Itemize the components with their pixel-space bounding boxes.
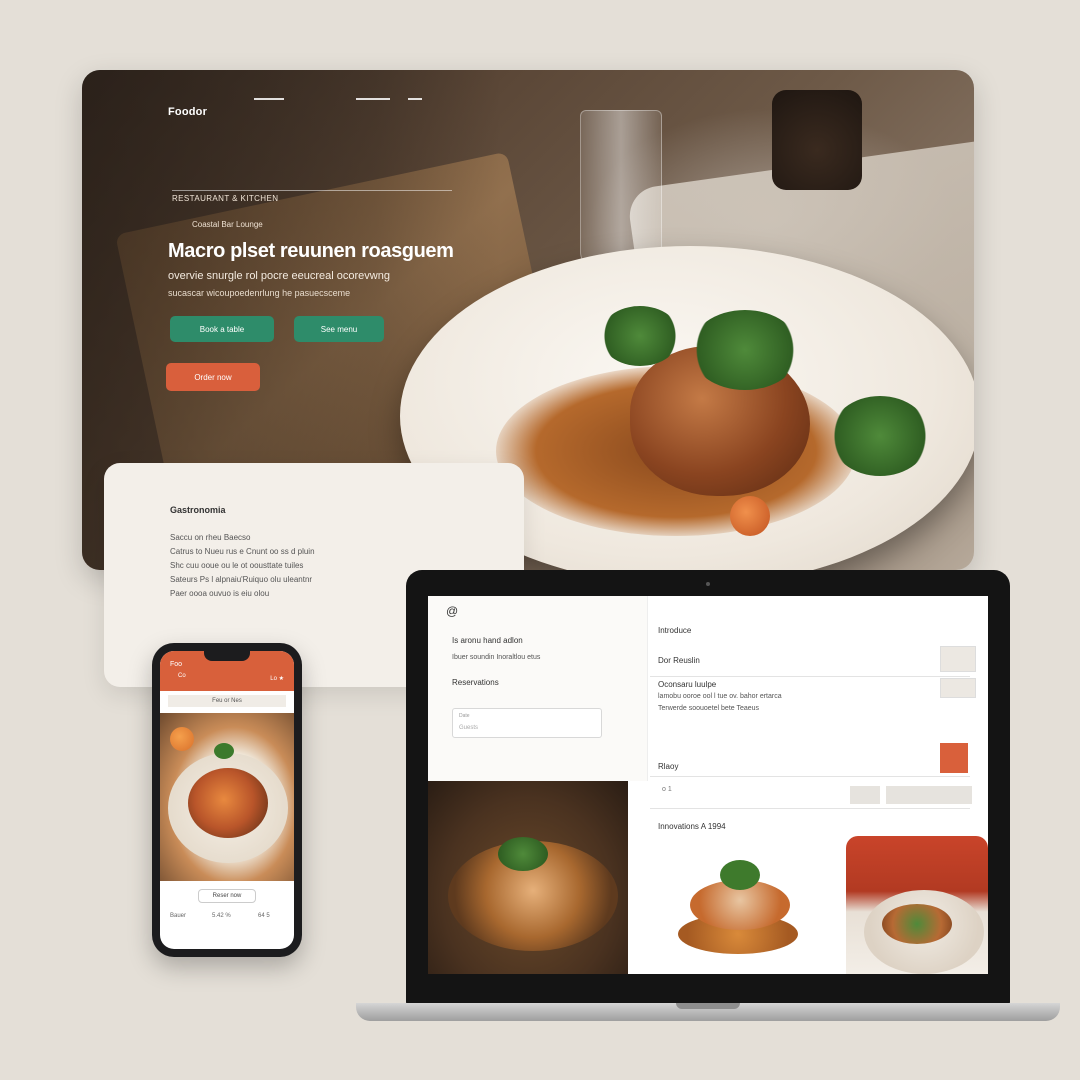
phone-footer-mid: 5.42 %	[212, 913, 231, 919]
divider	[650, 808, 970, 809]
phone-screen: Foo Co Lo ★ Feu or Nes Reser now Bauer 5…	[160, 651, 294, 949]
laptop-base	[356, 1003, 1060, 1021]
phone-food-image	[160, 713, 294, 881]
reservation-input-value: Guests	[459, 725, 479, 731]
hero-glass	[580, 110, 662, 270]
phone-mockup: Foo Co Lo ★ Feu or Nes Reser now Bauer 5…	[152, 643, 302, 957]
laptop-right-item-1[interactable]: Dor Reuslin	[658, 656, 700, 665]
laptop-right-title: Introduce	[658, 626, 692, 635]
food-photo-1[interactable]	[428, 781, 628, 974]
phone-logo[interactable]: Foo	[170, 661, 182, 668]
see-menu-button[interactable]: See menu	[294, 316, 384, 342]
food-2-herb	[720, 860, 760, 890]
laptop-left-heading: Is aronu hand adlon	[452, 636, 523, 645]
laptop-right-item-2[interactable]: Oconsaru luulpe	[658, 680, 716, 689]
laptop-right-item-3[interactable]: Rlaoy	[658, 762, 678, 771]
phone-leaf	[214, 743, 234, 759]
laptop-pill-1[interactable]	[850, 786, 880, 804]
food-photo-2[interactable]	[650, 836, 840, 974]
plate-greens-2	[600, 306, 680, 366]
laptop-screen: @ Is aronu hand adlon Ibuer soundin Inor…	[428, 596, 988, 974]
phone-footer-right: 64 5	[258, 913, 270, 919]
order-now-button[interactable]: Order now	[166, 363, 260, 391]
phone-orange	[170, 727, 194, 751]
hero-title: Macro plset reuunen roasguem	[168, 240, 454, 262]
food-photo-3[interactable]	[846, 836, 988, 974]
book-table-button[interactable]: Book a table	[170, 316, 274, 342]
plate-greens-3	[830, 396, 930, 476]
laptop-logo[interactable]: @	[446, 604, 458, 618]
laptop-left-panel: @ Is aronu hand adlon Ibuer soundin Inor…	[428, 596, 648, 781]
hero-eyebrow-divider	[172, 190, 452, 191]
hero-eyebrow: RESTAURANT & KITCHEN	[172, 194, 279, 203]
info-card-line: Catrus to Nueu rus e Cnunt oo ss d pluin	[170, 547, 315, 556]
phone-notch	[204, 651, 250, 661]
info-card-line: Shc cuu ooue ou le ot oousttate tuiles	[170, 561, 304, 570]
phone-footer-left: Bauer	[170, 913, 187, 919]
phone-subbar[interactable]: Feu or Nes	[168, 695, 286, 707]
hero-jar	[772, 90, 862, 190]
info-card-line: Paer oooa ouvuo is eiu olou	[170, 589, 270, 598]
laptop-pill-2[interactable]	[886, 786, 972, 804]
hero-logo[interactable]: Foodor	[168, 106, 207, 118]
hero-subtitle-2: sucascar wicoupoedenrlung he pasuecsceme	[168, 288, 351, 298]
plate-tomato	[730, 496, 770, 536]
laptop-right-item-2-sub: Terwerde soouoetel bete Teaeus	[658, 705, 760, 712]
food-1-herbs	[498, 837, 548, 871]
phone-header-right[interactable]: Lo ★	[270, 675, 284, 682]
laptop-camera	[706, 582, 710, 586]
laptop-mockup: @ Is aronu hand adlon Ibuer soundin Inor…	[406, 570, 1010, 1006]
nav-link-3[interactable]	[408, 98, 422, 100]
reservation-input-label: Date	[459, 713, 470, 719]
info-card-title: Gastronomia	[170, 505, 226, 515]
divider	[650, 776, 970, 777]
laptop-left-sub: Ibuer soundin Inoraltlou etus	[452, 654, 541, 661]
laptop-base-notch	[676, 1003, 740, 1009]
laptop-right-item-2-sub: lamobu ooroe ool l tue ov. bahor ertarca	[658, 693, 782, 700]
phone-dish	[188, 768, 268, 838]
laptop-orange-action[interactable]	[940, 743, 968, 773]
laptop-right-row-4: o 1	[662, 786, 672, 793]
plate-greens-1	[690, 310, 800, 390]
nav-link-1[interactable]	[254, 98, 284, 100]
hero-subtitle: overvie snurgle rol pocre eeucreal ocore…	[168, 270, 390, 282]
phone-reserve-button[interactable]: Reser now	[198, 889, 256, 903]
info-card-line: Sateurs Ps l alpnaiu'Ruiquo olu uleantnr	[170, 575, 313, 584]
info-card-line: Saccu on rheu Baecso	[170, 533, 251, 542]
laptop-right-section: Innovations A 1994	[658, 822, 726, 831]
phone-header-text: Co	[178, 673, 186, 679]
hero-kicker: Coastal Bar Lounge	[192, 220, 263, 229]
nav-link-2[interactable]	[356, 98, 390, 100]
divider	[650, 676, 970, 677]
laptop-section-label: Reservations	[452, 678, 499, 687]
laptop-thumb-1[interactable]	[940, 646, 976, 672]
reservation-input[interactable]: Date Guests	[452, 708, 602, 738]
laptop-thumb-2[interactable]	[940, 678, 976, 698]
laptop-right-panel: Introduce Dor Reuslin Oconsaru luulpe la…	[650, 596, 988, 836]
food-3-mix	[882, 904, 952, 944]
